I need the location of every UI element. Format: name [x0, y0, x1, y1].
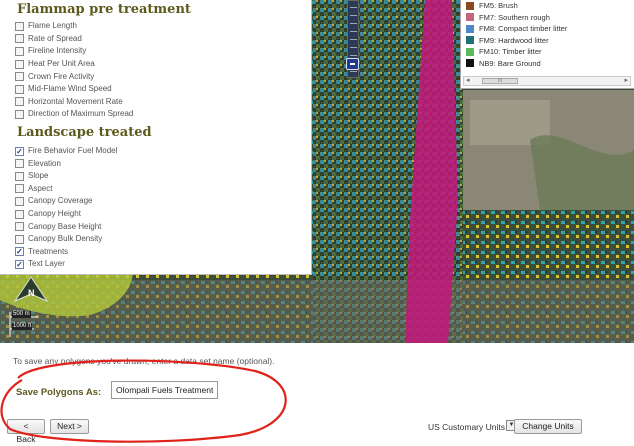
flammap-options-list: Flame Length Rate of Spread Fireline Inten…	[15, 20, 311, 121]
flammap-section-title: Flammap pre treatment	[17, 2, 191, 17]
legend-item: FM5: Brush	[461, 0, 634, 12]
flammap-option[interactable]: Mid-Flame Wind Speed	[15, 83, 311, 96]
legend-horizontal-scrollbar[interactable]: ◂ III ▸	[463, 76, 631, 86]
units-select-value[interactable]: US Customary Units	[428, 422, 505, 432]
flammap-option-label: Rate of Spread	[28, 33, 82, 43]
checkbox-icon[interactable]	[15, 59, 24, 69]
checkbox-icon[interactable]	[15, 222, 24, 232]
landscape-option[interactable]: ✓ Text Layer	[15, 258, 311, 271]
save-polygons-input[interactable]	[111, 381, 218, 399]
legend-item: FM9: Hardwood litter	[461, 35, 634, 47]
flammap-option[interactable]: Horizontal Movement Rate	[15, 96, 311, 109]
landscape-option[interactable]: Slope	[15, 170, 311, 183]
landscape-option-label: Slope	[28, 171, 49, 181]
save-instructions: To save any polygons you've drawn, enter…	[13, 356, 275, 366]
scroll-right-icon[interactable]: ▸	[624, 77, 628, 85]
checkbox-icon[interactable]	[15, 184, 24, 194]
scroll-left-icon[interactable]: ◂	[466, 77, 470, 85]
flammap-option-label: Horizontal Movement Rate	[28, 96, 123, 106]
landscape-options-list: ✓ Fire Behavior Fuel Model Elevation Slope A…	[15, 145, 311, 271]
legend-item: FM8: Compact timber litter	[461, 23, 634, 35]
legend-label: FM7: Southern rough	[479, 12, 550, 22]
back-button[interactable]: < Back	[7, 419, 45, 444]
flammap-option[interactable]: Fireline Intensity	[15, 45, 311, 58]
north-label: N	[28, 288, 35, 298]
landscape-option[interactable]: Canopy Base Height	[15, 220, 311, 233]
flammap-option-label: Crown Fire Activity	[28, 71, 95, 81]
save-polygons-label: Save Polygons As:	[16, 387, 102, 398]
landscape-section-title: Landscape treated	[17, 124, 152, 140]
flammap-option[interactable]: Flame Length	[15, 20, 311, 33]
layer-panel: Flammap pre treatment Flame Length Rate o…	[0, 0, 312, 275]
checkbox-icon[interactable]	[15, 196, 24, 206]
landscape-option[interactable]: ✓ Fire Behavior Fuel Model	[15, 145, 311, 158]
checkbox-icon[interactable]	[15, 234, 24, 244]
flammap-option-label: Mid-Flame Wind Speed	[28, 84, 112, 94]
landscape-option[interactable]: ✓ Treatments	[15, 246, 311, 259]
landscape-option-label: Elevation	[28, 158, 61, 168]
checkbox-icon[interactable]	[15, 34, 24, 44]
save-form: To save any polygons you've drawn, enter…	[0, 343, 634, 446]
legend-swatch	[466, 59, 474, 68]
landscape-option[interactable]: Elevation	[15, 157, 311, 170]
legend-label: FM10: Timber litter	[479, 47, 542, 57]
flammap-option-label: Direction of Maximum Spread	[28, 109, 134, 119]
next-button[interactable]: Next >	[50, 419, 89, 434]
change-units-button[interactable]: Change Units	[514, 419, 582, 434]
scale-bar: 500 m 1000 ft	[8, 309, 42, 341]
legend-item: FM7: Southern rough	[461, 12, 634, 24]
landscape-option-label: Aspect	[28, 183, 53, 193]
checkbox-icon[interactable]	[15, 21, 24, 31]
scale-label-metric: 500 m	[12, 311, 31, 318]
flammap-option-label: Heat Per Unit Area	[28, 59, 95, 69]
checkbox-icon[interactable]	[15, 209, 24, 219]
scrollbar-thumb[interactable]: III	[482, 78, 518, 84]
checkbox-checked-icon[interactable]: ✓	[15, 259, 24, 269]
landscape-option-label: Canopy Bulk Density	[28, 234, 103, 244]
legend-list: FM5: Brush FM7: Southern rough FM8: Compac…	[461, 0, 634, 69]
legend-swatch	[466, 13, 474, 22]
legend-swatch	[466, 1, 474, 10]
flammap-option[interactable]: Heat Per Unit Area	[15, 58, 311, 71]
legend-swatch	[466, 36, 474, 45]
checkbox-icon[interactable]	[15, 97, 24, 107]
legend-item: NB9: Bare Ground	[461, 58, 634, 70]
legend-swatch	[466, 24, 474, 33]
checkbox-icon[interactable]	[15, 109, 24, 119]
landscape-option[interactable]: Aspect	[15, 183, 311, 196]
flammap-option-label: Fireline Intensity	[28, 46, 87, 56]
flammap-option-label: Flame Length	[28, 21, 77, 31]
flammap-option[interactable]: Rate of Spread	[15, 33, 311, 46]
checkbox-icon[interactable]	[15, 171, 24, 181]
legend-item: FM10: Timber litter	[461, 46, 634, 58]
legend-label: FM9: Hardwood litter	[479, 35, 549, 45]
checkbox-checked-icon[interactable]: ✓	[15, 247, 24, 257]
legend-swatch	[466, 47, 474, 56]
zoom-slider-thumb[interactable]	[346, 58, 359, 70]
landscape-option[interactable]: Canopy Bulk Density	[15, 233, 311, 246]
landscape-option-label: Canopy Coverage	[28, 196, 93, 206]
flammap-option[interactable]: Direction of Maximum Spread	[15, 108, 311, 121]
landscape-option-label: Treatments	[28, 246, 69, 256]
checkbox-icon[interactable]	[15, 46, 24, 56]
legend-label: FM5: Brush	[479, 1, 518, 11]
landscape-option-label: Canopy Base Height	[28, 221, 102, 231]
landscape-option-label: Text Layer	[28, 259, 65, 269]
landscape-option-label: Canopy Height	[28, 209, 81, 219]
checkbox-checked-icon[interactable]: ✓	[15, 146, 24, 156]
north-arrow-icon: N	[13, 276, 49, 303]
landscape-option-label: Fire Behavior Fuel Model	[28, 146, 118, 156]
legend-label: FM8: Compact timber litter	[479, 24, 568, 34]
checkbox-icon[interactable]	[15, 84, 24, 94]
scale-label-imperial: 1000 ft	[12, 323, 33, 330]
checkbox-icon[interactable]	[15, 159, 24, 169]
checkbox-icon[interactable]	[15, 72, 24, 82]
fuel-model-legend: FM5: Brush FM7: Southern rough FM8: Compac…	[460, 0, 634, 89]
landscape-option[interactable]: Canopy Coverage	[15, 195, 311, 208]
legend-label: NB9: Bare Ground	[479, 58, 541, 68]
landscape-option[interactable]: Canopy Height	[15, 208, 311, 221]
flammap-option[interactable]: Crown Fire Activity	[15, 70, 311, 83]
